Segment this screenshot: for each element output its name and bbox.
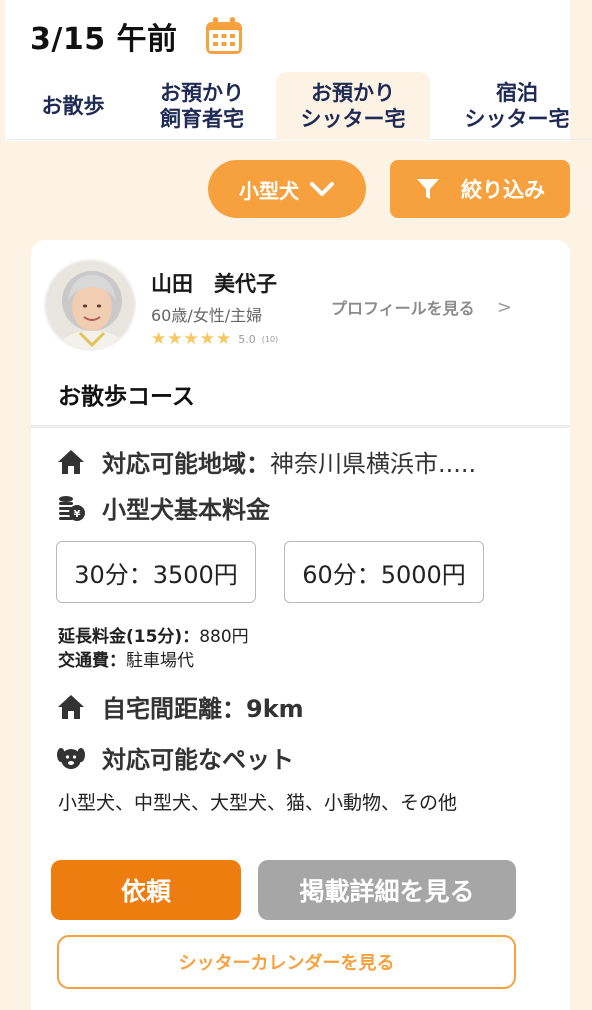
tab-stay-line2: シッター宅 <box>464 107 570 131</box>
avatar <box>44 259 136 351</box>
tab-care-sitter-home-line1: お預かり <box>311 81 395 105</box>
rating-stars: ★ ★ ★ ★ ★ 5.0 (10) <box>151 330 278 348</box>
view-sitter-calendar-button[interactable]: シッターカレンダーを見る <box>57 935 516 989</box>
service-area-row: 対応可能地域： 神奈川県横浜市..... <box>56 444 476 479</box>
home-icon <box>58 449 84 474</box>
star-icon: ★ <box>167 329 183 349</box>
tab-stay-line1: 宿泊 <box>496 81 538 105</box>
request-button[interactable]: 依頼 <box>51 860 241 920</box>
course-title: お散歩コース <box>58 384 195 410</box>
extension-fee: 延長料金(15分)：880円 <box>58 622 249 647</box>
view-listing-details-button[interactable]: 掲載詳細を見る <box>258 860 516 920</box>
distance-row: 自宅間距離：9km <box>56 689 304 724</box>
transport-fee-value: 駐車場代 <box>126 651 194 671</box>
extension-fee-label: 延長料金(15分)： <box>58 627 200 647</box>
service-area-label: 対応可能地域： <box>102 450 270 478</box>
service-tabs: お散歩 お預かり 飼育者宅 お預かり シッター宅 宿泊 シッター宅 <box>6 72 592 140</box>
sitter-name: 山田 美代子 <box>151 272 277 296</box>
home-icon <box>58 694 84 719</box>
tab-walk-label: お散歩 <box>41 94 105 118</box>
tab-care-owner-home-line1: お預かり <box>160 81 244 105</box>
filter-label: 絞り込み <box>461 178 545 202</box>
tab-care-sitter-home-line2: シッター宅 <box>300 107 406 131</box>
tab-walk[interactable]: お散歩 <box>18 72 128 140</box>
sitter-card: 山田 美代子 60歳/女性/主婦 ★ ★ ★ ★ ★ 5.0 (10) プロフィ… <box>31 240 570 1010</box>
star-icon: ★ <box>151 329 167 349</box>
base-fee-label: 小型犬基本料金 <box>102 496 270 524</box>
chevron-right-icon: > <box>496 296 512 318</box>
extension-fee-value: 880円 <box>199 627 249 647</box>
distance-label: 自宅間距離：9km <box>102 695 304 723</box>
coins-icon: ¥ <box>59 495 85 521</box>
svg-text:¥: ¥ <box>74 509 81 520</box>
dog-size-label: 小型犬 <box>239 178 299 203</box>
supported-pets-label: 対応可能なペット <box>102 746 294 774</box>
dog-icon <box>57 747 85 769</box>
star-icon: ★ <box>199 329 215 349</box>
header: 3/15 午前 <box>30 14 246 58</box>
filter-icon <box>417 179 439 199</box>
view-profile-link[interactable]: プロフィールを見る > <box>331 295 512 319</box>
view-profile-label: プロフィールを見る <box>331 299 475 318</box>
date-title: 3/15 午前 <box>30 22 178 57</box>
tab-care-owner-home-line2: 飼育者宅 <box>160 107 244 131</box>
star-icon: ★ <box>183 329 199 349</box>
price-60min: 60分：5000円 <box>284 541 484 603</box>
review-count: (10) <box>261 334 279 344</box>
supported-pets-row: 対応可能なペット <box>56 740 294 775</box>
tab-stay-sitter-home[interactable]: 宿泊 シッター宅 <box>442 72 592 140</box>
tab-care-sitter-home[interactable]: お預かり シッター宅 <box>276 72 430 140</box>
service-area-value: 神奈川県横浜市..... <box>270 450 477 478</box>
sitter-meta: 60歳/女性/主婦 <box>151 306 263 325</box>
base-fee-row: ¥ 小型犬基本料金 <box>56 490 270 525</box>
chevron-down-icon <box>310 182 334 196</box>
tab-care-owner-home[interactable]: お預かり 飼育者宅 <box>140 72 264 140</box>
divider <box>31 425 570 428</box>
star-icon: ★ <box>216 329 232 349</box>
rating-value: 5.0 <box>238 332 256 346</box>
calendar-icon[interactable] <box>202 14 246 58</box>
price-30min: 30分：3500円 <box>56 541 256 603</box>
supported-pets-value: 小型犬、中型犬、大型犬、猫、小動物、その他 <box>58 792 458 814</box>
page-edge-right <box>570 0 592 1010</box>
dog-size-dropdown[interactable]: 小型犬 <box>208 160 366 218</box>
filter-button[interactable]: 絞り込み <box>390 160 570 218</box>
transport-fee: 交通費：駐車場代 <box>58 646 194 671</box>
transport-fee-label: 交通費： <box>58 651 126 671</box>
